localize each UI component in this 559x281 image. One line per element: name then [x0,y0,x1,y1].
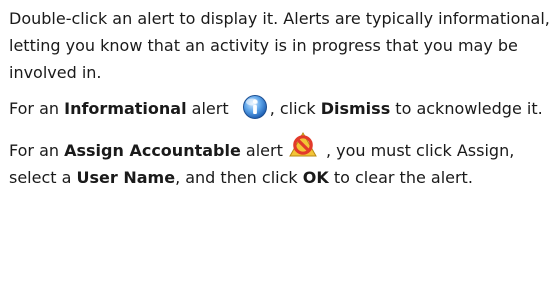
assign-accountable-alert-icon [288,130,318,160]
assign-accountable-alert-paragraph: For an Assign Accountable alert , you mu… [9,130,557,191]
alerts-intro-paragraph: Double-click an alert to display it. Ale… [9,9,550,82]
alerts-help-content: Double-click an alert to display it. Ale… [9,0,557,191]
assign-accountable-label: Assign Accountable [64,141,241,160]
ok-label: OK [302,168,329,187]
text-segment: , and then click [175,168,303,187]
text-segment: For an [9,141,65,160]
text-segment: For an [9,99,65,118]
info-icon [242,94,268,120]
text-segment: alert [240,141,288,160]
informational-alert-paragraph: For an Informational alert , click Dismi… [9,94,557,122]
text-segment: , click [269,99,321,118]
dismiss-label: Dismiss [320,99,391,118]
text-segment: alert [186,99,234,118]
user-name-label: User Name [76,168,176,187]
text-segment: to acknowledge it. [390,99,543,118]
text-segment: to clear the alert. [328,168,473,187]
informational-label: Informational [64,99,187,118]
